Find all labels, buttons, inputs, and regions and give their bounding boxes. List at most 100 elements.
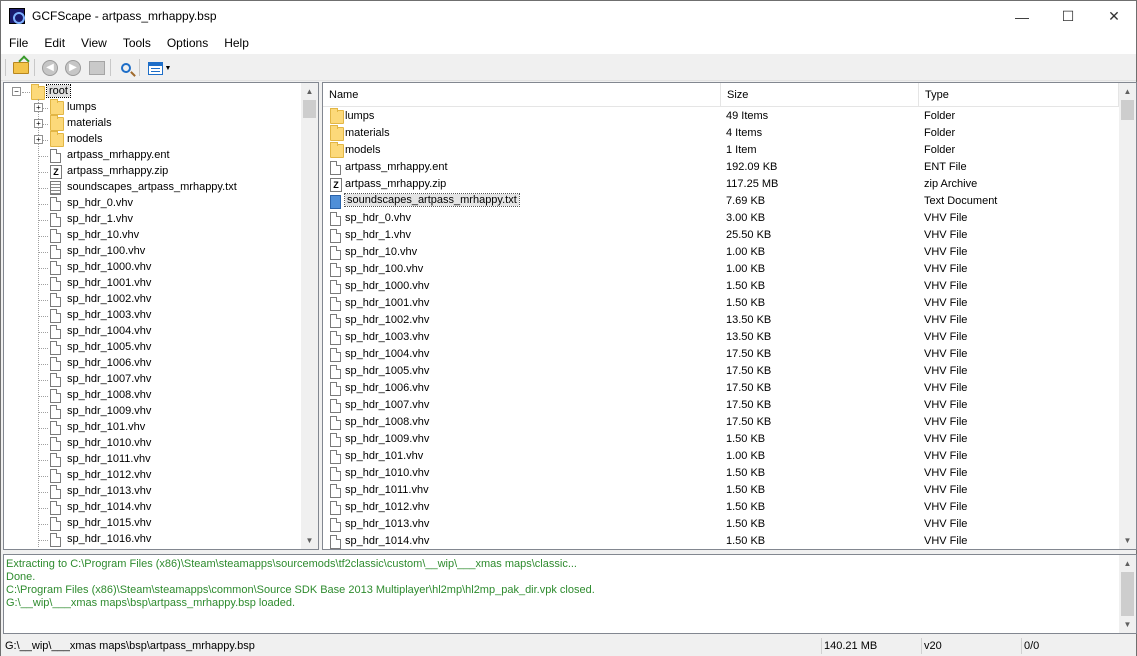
- close-button[interactable]: ✕: [1091, 1, 1137, 32]
- tree-item[interactable]: artpass_mrhappy.ent: [4, 148, 300, 164]
- tree-item-root[interactable]: − root: [4, 84, 300, 100]
- status-version: v20: [921, 638, 1017, 654]
- list-item[interactable]: models 1 Item Folder: [323, 142, 1119, 159]
- tree-item[interactable]: + lumps: [4, 99, 300, 116]
- collapse-icon[interactable]: −: [12, 87, 21, 96]
- forward-button[interactable]: ▶: [63, 58, 83, 78]
- tree-item[interactable]: sp_hdr_1002.vhv: [4, 292, 300, 308]
- tree-item[interactable]: sp_hdr_1013.vhv: [4, 484, 300, 500]
- tree-item[interactable]: sp_hdr_1009.vhv: [4, 404, 300, 420]
- scroll-up-icon[interactable]: ▲: [301, 83, 318, 100]
- tree-item-label: artpass_mrhappy.ent: [67, 149, 170, 161]
- tree-item[interactable]: sp_hdr_1007.vhv: [4, 372, 300, 388]
- list-item-type: VHV File: [924, 416, 968, 428]
- tree-item[interactable]: sp_hdr_1008.vhv: [4, 388, 300, 404]
- list-item[interactable]: sp_hdr_1007.vhv 17.50 KB VHV File: [323, 397, 1119, 414]
- list-item[interactable]: lumps 49 Items Folder: [323, 108, 1119, 125]
- list-item[interactable]: sp_hdr_1005.vhv 17.50 KB VHV File: [323, 363, 1119, 380]
- list-item-name: sp_hdr_1006.vhv: [345, 382, 430, 394]
- list-header: Name Size Type: [323, 83, 1119, 107]
- tree-scrollbar[interactable]: ▲ ▼: [301, 83, 318, 549]
- menu-options[interactable]: Options: [159, 32, 216, 54]
- expand-icon[interactable]: +: [34, 103, 43, 112]
- list-item[interactable]: sp_hdr_1009.vhv 1.50 KB VHV File: [323, 431, 1119, 448]
- list-item[interactable]: artpass_mrhappy.ent 192.09 KB ENT File: [323, 159, 1119, 176]
- maximize-button[interactable]: ☐: [1045, 1, 1091, 32]
- list-item[interactable]: sp_hdr_1004.vhv 17.50 KB VHV File: [323, 346, 1119, 363]
- scroll-thumb[interactable]: [1121, 100, 1134, 120]
- expand-icon[interactable]: +: [34, 135, 43, 144]
- scroll-down-icon[interactable]: ▼: [1119, 532, 1136, 549]
- tree-item[interactable]: sp_hdr_1005.vhv: [4, 340, 300, 356]
- minimize-button[interactable]: —: [999, 1, 1045, 32]
- tree-item[interactable]: sp_hdr_1011.vhv: [4, 452, 300, 468]
- menu-view[interactable]: View: [73, 32, 115, 54]
- scroll-down-icon[interactable]: ▼: [301, 532, 318, 549]
- expand-icon[interactable]: +: [34, 119, 43, 128]
- tree-item[interactable]: sp_hdr_100.vhv: [4, 244, 300, 260]
- menu-file[interactable]: File: [1, 32, 36, 54]
- log-scrollbar[interactable]: ▲ ▼: [1119, 555, 1136, 633]
- tree-item[interactable]: sp_hdr_1016.vhv: [4, 532, 300, 548]
- tree-item[interactable]: sp_hdr_1012.vhv: [4, 468, 300, 484]
- scroll-thumb[interactable]: [303, 100, 316, 118]
- list-item[interactable]: sp_hdr_1013.vhv 1.50 KB VHV File: [323, 516, 1119, 533]
- scroll-up-icon[interactable]: ▲: [1119, 555, 1136, 572]
- list-item[interactable]: soundscapes_artpass_mrhappy.txt 7.69 KB Te…: [323, 193, 1119, 210]
- list-item[interactable]: sp_hdr_1003.vhv 13.50 KB VHV File: [323, 329, 1119, 346]
- tree-item[interactable]: sp_hdr_1000.vhv: [4, 260, 300, 276]
- tree-item[interactable]: + models: [4, 131, 300, 148]
- menu-tools[interactable]: Tools: [115, 32, 159, 54]
- list-item[interactable]: sp_hdr_100.vhv 1.00 KB VHV File: [323, 261, 1119, 278]
- open-button[interactable]: [11, 58, 31, 78]
- scroll-down-icon[interactable]: ▼: [1119, 616, 1136, 633]
- list-item[interactable]: sp_hdr_1011.vhv 1.50 KB VHV File: [323, 482, 1119, 499]
- list-item[interactable]: sp_hdr_1014.vhv 1.50 KB VHV File: [323, 533, 1119, 549]
- file-list[interactable]: Name Size Type lumps 49 Items Folder materi…: [322, 82, 1137, 550]
- list-item[interactable]: sp_hdr_1002.vhv 13.50 KB VHV File: [323, 312, 1119, 329]
- list-item[interactable]: sp_hdr_101.vhv 1.00 KB VHV File: [323, 448, 1119, 465]
- menu-help[interactable]: Help: [216, 32, 257, 54]
- list-item[interactable]: sp_hdr_1000.vhv 1.50 KB VHV File: [323, 278, 1119, 295]
- menu-edit[interactable]: Edit: [36, 32, 73, 54]
- tree-item[interactable]: sp_hdr_1010.vhv: [4, 436, 300, 452]
- scroll-thumb[interactable]: [1121, 572, 1134, 616]
- tree-item[interactable]: Zartpass_mrhappy.zip: [4, 164, 300, 180]
- column-type[interactable]: Type: [919, 83, 1119, 107]
- tree-item[interactable]: sp_hdr_101.vhv: [4, 420, 300, 436]
- list-item[interactable]: sp_hdr_1010.vhv 1.50 KB VHV File: [323, 465, 1119, 482]
- tree-item[interactable]: sp_hdr_1015.vhv: [4, 516, 300, 532]
- list-item[interactable]: sp_hdr_0.vhv 3.00 KB VHV File: [323, 210, 1119, 227]
- tree-item[interactable]: sp_hdr_0.vhv: [4, 196, 300, 212]
- tree-item[interactable]: soundscapes_artpass_mrhappy.txt: [4, 180, 300, 196]
- scroll-up-icon[interactable]: ▲: [1119, 83, 1136, 100]
- tree-item[interactable]: sp_hdr_1004.vhv: [4, 324, 300, 340]
- tree-item[interactable]: sp_hdr_1001.vhv: [4, 276, 300, 292]
- list-item[interactable]: sp_hdr_1008.vhv 17.50 KB VHV File: [323, 414, 1119, 431]
- text-file-icon: [50, 181, 61, 195]
- list-item[interactable]: sp_hdr_1001.vhv 1.50 KB VHV File: [323, 295, 1119, 312]
- folder-icon: [31, 84, 45, 100]
- find-button[interactable]: [116, 58, 136, 78]
- list-item[interactable]: sp_hdr_1.vhv 25.50 KB VHV File: [323, 227, 1119, 244]
- list-item[interactable]: sp_hdr_10.vhv 1.00 KB VHV File: [323, 244, 1119, 261]
- tree-item[interactable]: sp_hdr_10.vhv: [4, 228, 300, 244]
- folder-tree[interactable]: − root + lumps + materials + models artpass_mrha…: [3, 82, 319, 550]
- log-output[interactable]: Extracting to C:\Program Files (x86)\Ste…: [3, 554, 1137, 634]
- list-item[interactable]: sp_hdr_1006.vhv 17.50 KB VHV File: [323, 380, 1119, 397]
- list-item[interactable]: Zartpass_mrhappy.zip 117.25 MB zip Archive: [323, 176, 1119, 193]
- view-mode-dropdown[interactable]: ▼: [162, 58, 174, 78]
- list-item[interactable]: materials 4 Items Folder: [323, 125, 1119, 142]
- tree-item[interactable]: sp_hdr_1014.vhv: [4, 500, 300, 516]
- list-item[interactable]: sp_hdr_1012.vhv 1.50 KB VHV File: [323, 499, 1119, 516]
- back-button[interactable]: ◀: [40, 58, 60, 78]
- column-name[interactable]: Name: [323, 83, 721, 107]
- tree-item[interactable]: sp_hdr_1.vhv: [4, 212, 300, 228]
- column-size[interactable]: Size: [721, 83, 919, 107]
- tree-item-label: root: [46, 84, 71, 98]
- tree-item[interactable]: + materials: [4, 115, 300, 132]
- tree-item[interactable]: sp_hdr_1006.vhv: [4, 356, 300, 372]
- up-button[interactable]: [87, 58, 107, 78]
- list-scrollbar[interactable]: ▲ ▼: [1119, 83, 1136, 549]
- tree-item[interactable]: sp_hdr_1003.vhv: [4, 308, 300, 324]
